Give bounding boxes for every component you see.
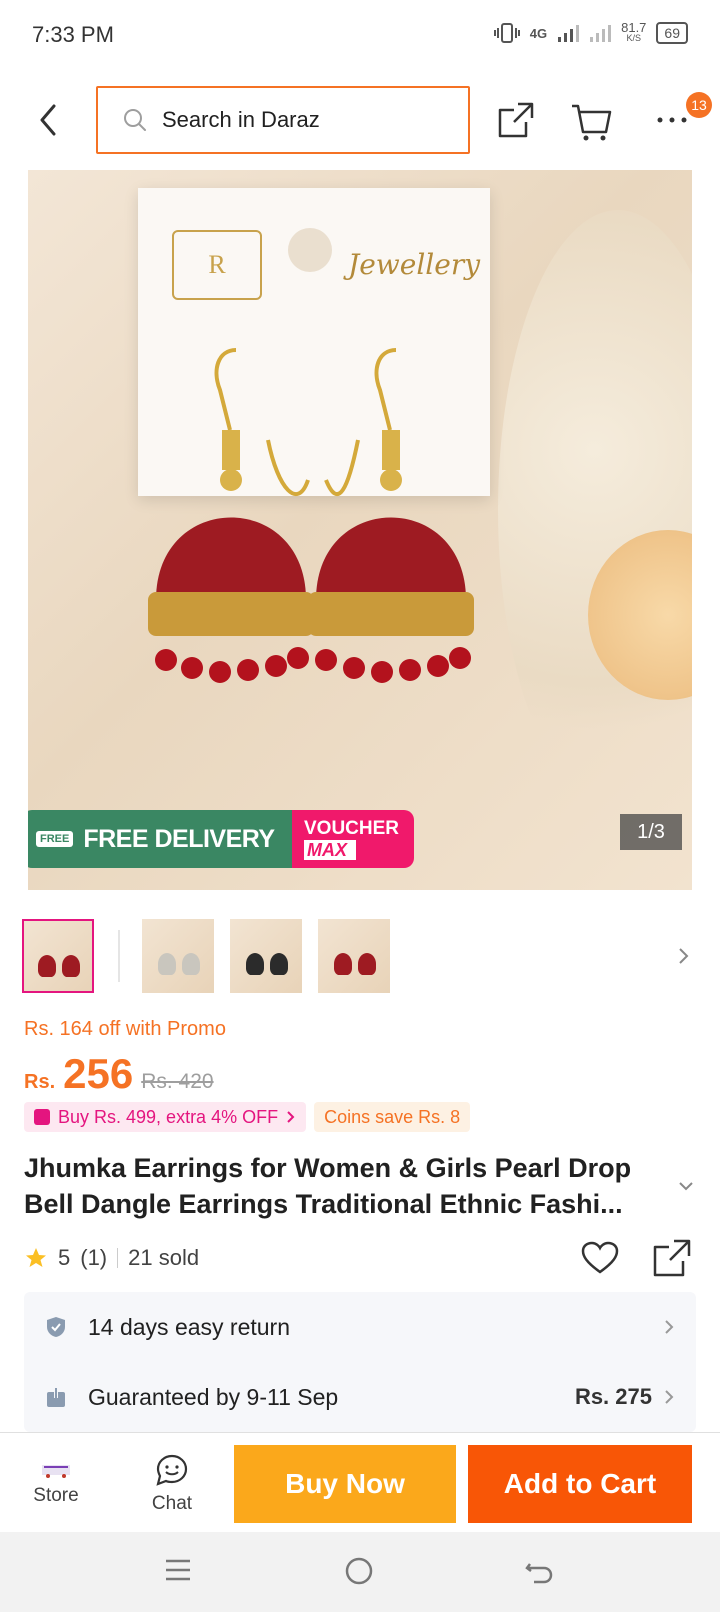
voucher-text: VOUCHER (304, 817, 400, 839)
price: 256 (63, 1050, 134, 1097)
thumbnail-red-2[interactable] (318, 919, 390, 993)
search-placeholder: Search in Daraz (162, 107, 320, 132)
share-icon[interactable] (652, 1238, 692, 1278)
network-speed: 81.7 K/S (621, 20, 647, 43)
coins-chip[interactable]: Coins save Rs. 8 (314, 1102, 471, 1132)
thumbnail-silver[interactable] (142, 919, 214, 993)
card-logo: R (172, 230, 262, 300)
thumbnail-black[interactable] (230, 919, 302, 993)
search-input[interactable]: Search in Daraz (96, 86, 470, 154)
vibrate-icon (493, 23, 520, 43)
bundle-offer-text: Buy Rs. 499, extra 4% OFF (58, 1107, 279, 1127)
return-policy-row[interactable]: 14 days easy return (24, 1292, 696, 1362)
rating-count: (1) (80, 1245, 108, 1270)
image-counter: 1/3 (620, 814, 682, 850)
chevron-right-icon[interactable] (672, 945, 694, 967)
price-row: Rs. 256 Rs. 420 (24, 1050, 214, 1098)
top-bar: Search in Daraz 13 (0, 72, 720, 168)
status-bar: 7:33 PM 4G 81.7 K/S 69 (0, 0, 720, 72)
product-title: Jhumka Earrings for Women & Girls Pearl … (24, 1153, 632, 1219)
store-label: Store (33, 1485, 79, 1506)
chevron-right-icon (287, 1111, 295, 1123)
gift-icon (34, 1109, 50, 1125)
rating-row[interactable]: 5 (1) 21 sold (24, 1245, 199, 1271)
status-icons: 4G 81.7 K/S 69 (493, 20, 688, 44)
bundle-offer-chip[interactable]: Buy Rs. 499, extra 4% OFF (24, 1102, 307, 1132)
store-logo-icon (42, 1465, 70, 1478)
free-delivery-banner: FREE FREE DELIVERY VOUCHER MAX (28, 810, 414, 868)
original-price: Rs. 420 (141, 1070, 214, 1093)
signal-icon (558, 25, 580, 42)
cart-badge: 13 (686, 92, 712, 118)
return-policy-text: 14 days easy return (88, 1313, 291, 1340)
home-icon[interactable] (344, 1556, 374, 1586)
truck-icon: FREE (36, 831, 74, 847)
cart-icon[interactable] (570, 98, 614, 142)
service-info: 14 days easy return Guaranteed by 9-11 S… (24, 1292, 696, 1432)
thumbnail-earring (246, 953, 264, 975)
thumbnail-red[interactable] (22, 919, 94, 993)
thumbnail-strip (22, 918, 702, 994)
shield-icon (47, 1317, 65, 1337)
voucher-max-badge: VOUCHER MAX (292, 810, 414, 868)
delivery-row[interactable]: Guaranteed by 9-11 Sep Rs. 275 (24, 1362, 696, 1432)
rating-value: 5 (58, 1245, 71, 1270)
buy-now-button[interactable]: Buy Now (234, 1445, 456, 1523)
thumbnail-earring (38, 955, 56, 977)
delivery-box-icon (47, 1388, 65, 1407)
card-text: Jewellery (348, 248, 481, 281)
thumbnail-earring (62, 955, 80, 977)
chat-button[interactable]: Chat (142, 1453, 202, 1515)
status-time: 7:33 PM (32, 22, 114, 47)
divider (117, 1248, 119, 1268)
free-delivery-section: FREE FREE DELIVERY (28, 810, 292, 868)
chevron-right-icon (665, 1320, 674, 1334)
network-type: 4G (529, 25, 548, 41)
delivery-guarantee-text: Guaranteed by 9-11 Sep (88, 1383, 339, 1410)
signal-icon-2 (590, 25, 612, 42)
product-image[interactable]: R Jewellery FREE FREE DELIVERY VOUCHER M… (28, 170, 692, 890)
menu-icon[interactable] (164, 1556, 192, 1584)
thumbnail-earring (158, 953, 176, 975)
chat-icon (156, 1454, 188, 1486)
add-to-cart-button[interactable]: Add to Cart (468, 1445, 692, 1523)
thumbnail-earring (358, 953, 376, 975)
search-icon (124, 109, 146, 131)
earrings-illustration (148, 348, 474, 683)
promo-text: Rs. 164 off with Promo (24, 1018, 226, 1040)
voucher-max-text: MAX (304, 839, 356, 860)
card-hole (288, 228, 332, 272)
thumbnail-earring (270, 953, 288, 975)
star-icon (26, 1248, 46, 1267)
system-nav-bar (0, 1532, 720, 1612)
battery-icon: 69 (656, 22, 688, 44)
action-bar: Store Chat Buy Now Add to Cart (0, 1432, 720, 1532)
chevron-down-icon[interactable] (676, 1178, 696, 1194)
thumbnail-earring (182, 953, 200, 975)
back-icon[interactable] (32, 100, 64, 140)
offer-chips: Buy Rs. 499, extra 4% OFF Coins save Rs.… (24, 1102, 471, 1132)
price-currency: Rs. (24, 1071, 56, 1093)
wishlist-heart-icon[interactable] (580, 1238, 620, 1278)
chevron-right-icon (665, 1390, 674, 1404)
back-nav-icon[interactable] (524, 1556, 554, 1586)
free-delivery-text: FREE DELIVERY (83, 824, 275, 853)
delivery-fee: Rs. 275 (574, 1384, 652, 1409)
sold-count: 21 sold (128, 1245, 200, 1270)
thumbnail-divider (118, 930, 120, 982)
share-icon[interactable] (494, 98, 538, 142)
store-button[interactable]: Store (26, 1461, 86, 1507)
thumbnail-earring (334, 953, 352, 975)
chat-label: Chat (151, 1493, 193, 1514)
